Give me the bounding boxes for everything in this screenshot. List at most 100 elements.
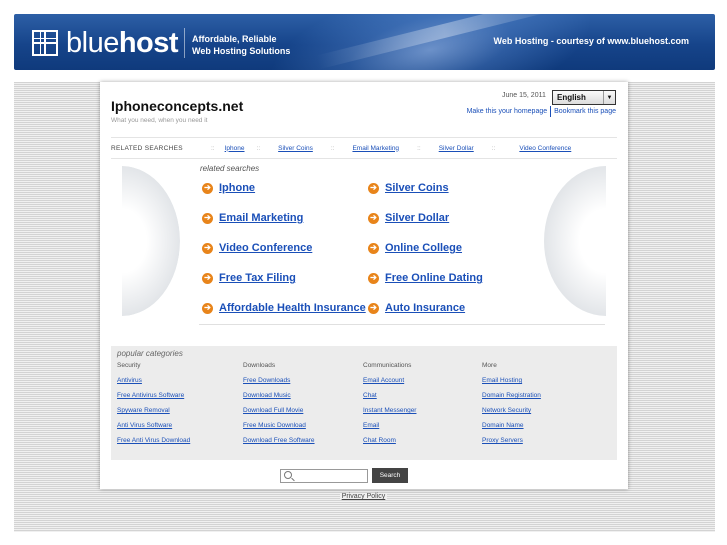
tagline-line-2: Web Hosting Solutions: [192, 46, 291, 56]
category-link[interactable]: Antivirus: [117, 377, 190, 392]
logo-text-light: blue: [66, 26, 119, 59]
arrow-right-icon: ➔: [368, 302, 379, 314]
header-banner: bluehost Affordable, Reliable Web Hostin…: [14, 14, 715, 70]
related-bar-link[interactable]: Email Marketing: [352, 145, 399, 152]
related-bar-link[interactable]: Silver Dollar: [439, 145, 474, 152]
related-search-link[interactable]: Auto Insurance: [385, 302, 465, 314]
related-search-link[interactable]: Silver Coins: [385, 182, 449, 194]
tagline-line-1: Affordable, Reliable: [192, 34, 277, 44]
category-column-more: More Email Hosting Domain Registration N…: [482, 362, 541, 452]
arrow-right-icon: ➔: [368, 212, 379, 224]
related-divider: [199, 324, 605, 325]
decorative-curve-left: [122, 166, 180, 316]
related-search-link[interactable]: Free Tax Filing: [219, 272, 296, 284]
popular-categories: popular categories Security Antivirus Fr…: [111, 346, 617, 460]
category-heading: More: [482, 362, 497, 369]
language-select[interactable]: English ▼: [552, 90, 616, 105]
category-link[interactable]: Free Anti Virus Download: [117, 437, 190, 452]
top-links: Make this your homepage Bookmark this pa…: [467, 106, 616, 117]
category-link[interactable]: Chat Room: [363, 437, 416, 452]
related-search-item[interactable]: ➔ Auto Insurance: [368, 302, 465, 314]
related-bar-separator: ::: [491, 144, 496, 152]
arrow-right-icon: ➔: [368, 182, 379, 194]
category-link[interactable]: Free Antivirus Software: [117, 392, 190, 407]
category-heading: Security: [117, 362, 141, 369]
arrow-right-icon: ➔: [202, 302, 213, 314]
related-search-link[interactable]: Email Marketing: [219, 212, 303, 224]
category-link[interactable]: Free Downloads: [243, 377, 315, 392]
category-heading: Communications: [363, 362, 412, 369]
related-bar-items: :: Iphone :: Silver Coins :: Email Marke…: [201, 145, 571, 152]
banner-divider: [184, 28, 185, 58]
category-column-downloads: Downloads Free Downloads Download Music …: [243, 362, 315, 452]
category-link[interactable]: Network Security: [482, 407, 541, 422]
related-search-item[interactable]: ➔ Silver Coins: [368, 182, 449, 194]
related-bar-separator: ::: [417, 144, 421, 152]
related-bar-link[interactable]: Video Conference: [519, 145, 571, 152]
logo-text: bluehost: [66, 26, 179, 59]
search-button[interactable]: Search: [372, 468, 408, 483]
language-select-value: English: [557, 93, 586, 102]
related-search-item[interactable]: ➔ Video Conference: [202, 242, 312, 254]
decorative-curve-right: [544, 166, 606, 316]
related-search-item[interactable]: ➔ Free Online Dating: [368, 272, 483, 284]
chevron-down-icon[interactable]: ▼: [603, 91, 615, 104]
related-search-item[interactable]: ➔ Online College: [368, 242, 462, 254]
related-search-link[interactable]: Free Online Dating: [385, 272, 483, 284]
category-link[interactable]: Spyware Removal: [117, 407, 190, 422]
courtesy-text[interactable]: Web Hosting - courtesy of www.bluehost.c…: [493, 36, 689, 46]
related-bar-separator: ::: [256, 144, 261, 152]
category-link[interactable]: Proxy Servers: [482, 437, 541, 452]
category-link[interactable]: Download Free Software: [243, 437, 315, 452]
arrow-right-icon: ➔: [202, 272, 213, 284]
search-input[interactable]: [280, 469, 368, 483]
category-link[interactable]: Free Music Download: [243, 422, 315, 437]
page-subtitle: What you need, when you need it: [111, 117, 208, 124]
category-link[interactable]: Chat: [363, 392, 416, 407]
search-icon: [284, 471, 292, 479]
related-searches-caption: related searches: [200, 164, 260, 173]
related-search-item[interactable]: ➔ Affordable Health Insurance: [202, 302, 366, 314]
arrow-right-icon: ➔: [202, 242, 213, 254]
date-text: June 15, 2011: [502, 92, 546, 99]
banner-tagline: Affordable, Reliable Web Hosting Solutio…: [192, 33, 290, 57]
privacy-policy-text[interactable]: Privacy Policy: [339, 493, 388, 500]
make-homepage-link[interactable]: Make this your homepage: [467, 108, 548, 115]
grid-logo-icon: [32, 30, 58, 56]
category-heading: Downloads: [243, 362, 276, 369]
bluehost-logo[interactable]: bluehost: [32, 26, 179, 59]
arrow-right-icon: ➔: [202, 182, 213, 194]
category-link[interactable]: Download Full Movie: [243, 407, 315, 422]
category-link[interactable]: Email Hosting: [482, 377, 541, 392]
privacy-policy-link[interactable]: Privacy Policy: [0, 493, 727, 500]
related-search-item[interactable]: ➔ Silver Dollar: [368, 212, 449, 224]
bookmark-link[interactable]: Bookmark this page: [554, 108, 616, 115]
related-search-link[interactable]: Silver Dollar: [385, 212, 449, 224]
related-search-link[interactable]: Online College: [385, 242, 462, 254]
page-title: Iphoneconcepts.net: [111, 98, 244, 114]
category-link[interactable]: Download Music: [243, 392, 315, 407]
related-search-item[interactable]: ➔ Iphone: [202, 182, 255, 194]
category-link[interactable]: Domain Registration: [482, 392, 541, 407]
category-link[interactable]: Anti Virus Software: [117, 422, 190, 437]
related-search-item[interactable]: ➔ Free Tax Filing: [202, 272, 296, 284]
related-bar-link[interactable]: Iphone: [225, 145, 245, 152]
related-bar-link[interactable]: Silver Coins: [278, 145, 313, 152]
arrow-right-icon: ➔: [368, 242, 379, 254]
category-column-security: Security Antivirus Free Antivirus Softwa…: [117, 362, 190, 452]
category-link[interactable]: Instant Messenger: [363, 407, 416, 422]
related-search-item[interactable]: ➔ Email Marketing: [202, 212, 303, 224]
arrow-right-icon: ➔: [202, 212, 213, 224]
category-link[interactable]: Email: [363, 422, 416, 437]
category-link[interactable]: Domain Name: [482, 422, 541, 437]
logo-text-bold: host: [118, 26, 179, 59]
related-search-link[interactable]: Iphone: [219, 182, 255, 194]
related-search-link[interactable]: Affordable Health Insurance: [219, 302, 366, 314]
related-bar-separator: ::: [211, 144, 215, 152]
category-column-communications: Communications Email Account Chat Instan…: [363, 362, 416, 452]
category-link[interactable]: Email Account: [363, 377, 416, 392]
related-search-link[interactable]: Video Conference: [219, 242, 312, 254]
top-links-separator: [550, 106, 552, 117]
arrow-right-icon: ➔: [368, 272, 379, 284]
popular-categories-title: popular categories: [117, 349, 183, 358]
